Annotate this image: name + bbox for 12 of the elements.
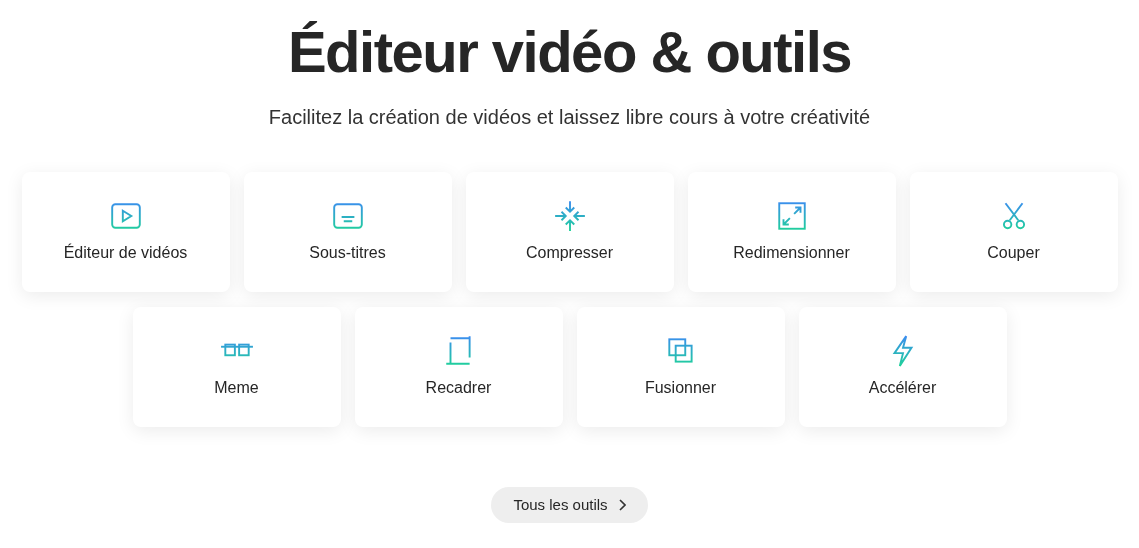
tool-card[interactable]: Redimensionner: [687, 172, 896, 292]
tool-card[interactable]: Accélérer: [798, 307, 1007, 427]
tool-card[interactable]: Couper: [909, 172, 1118, 292]
tool-card[interactable]: Sous-titres: [243, 172, 452, 292]
all-tools-button[interactable]: Tous les outils: [491, 487, 648, 523]
tool-card[interactable]: Compresser: [465, 172, 674, 292]
page-subtitle: Facilitez la création de vidéos et laissez libre cours à votre créativité: [268, 105, 871, 130]
page-title: Éditeur vidéo & outils: [287, 18, 852, 86]
tool-card[interactable]: Fusionner: [576, 307, 785, 427]
tool-card[interactable]: Recadrer: [354, 307, 563, 427]
tool-card[interactable]: Meme: [132, 307, 341, 427]
tool-card[interactable]: Éditeur de vidéos: [21, 172, 230, 292]
